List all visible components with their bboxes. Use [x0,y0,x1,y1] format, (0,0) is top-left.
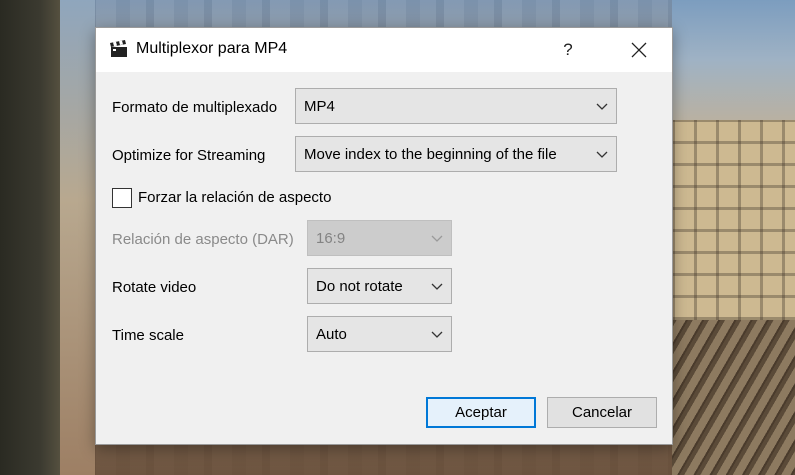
force-aspect-label[interactable]: Forzar la relación de aspecto [138,189,331,206]
accept-button[interactable]: Aceptar [426,397,536,428]
aspect-value: 16:9 [316,229,346,247]
time-scale-select[interactable]: Auto [307,316,452,352]
close-button[interactable] [616,28,662,72]
background-photo-sky [60,0,95,475]
force-aspect-checkbox[interactable] [112,188,132,208]
background-photo-building-right [672,120,795,320]
chevron-down-icon [431,235,443,242]
rotate-value: Do not rotate [316,277,403,295]
optimize-select[interactable]: Move index to the beginning of the file [295,136,617,172]
chevron-down-icon [596,151,608,158]
mp4-muxer-dialog: Multiplexor para MP4 ? Formato de multip… [95,27,673,445]
background-photo-building [0,0,60,475]
dialog-title: Multiplexor para MP4 [136,40,288,57]
time-scale-value: Auto [316,325,347,343]
title-bar[interactable]: Multiplexor para MP4 ? [96,28,672,72]
background-photo-skyline [672,0,795,120]
clapperboard-icon [109,39,129,59]
close-icon [631,42,647,58]
rotate-select[interactable]: Do not rotate [307,268,452,304]
help-button[interactable]: ? [548,28,588,72]
aspect-label: Relación de aspecto (DAR) [112,231,294,248]
time-scale-label: Time scale [112,327,184,344]
background-photo-tracks [672,320,795,475]
rotate-label: Rotate video [112,279,197,296]
aspect-select: 16:9 [307,220,452,256]
format-value: MP4 [304,97,335,115]
chevron-down-icon [431,331,443,338]
format-label: Formato de multiplexado [112,99,278,116]
optimize-label: Optimize for Streaming [112,147,266,164]
chevron-down-icon [596,103,608,110]
chevron-down-icon [431,283,443,290]
optimize-value: Move index to the beginning of the file [304,145,557,163]
format-select[interactable]: MP4 [295,88,617,124]
cancel-button[interactable]: Cancelar [547,397,657,428]
